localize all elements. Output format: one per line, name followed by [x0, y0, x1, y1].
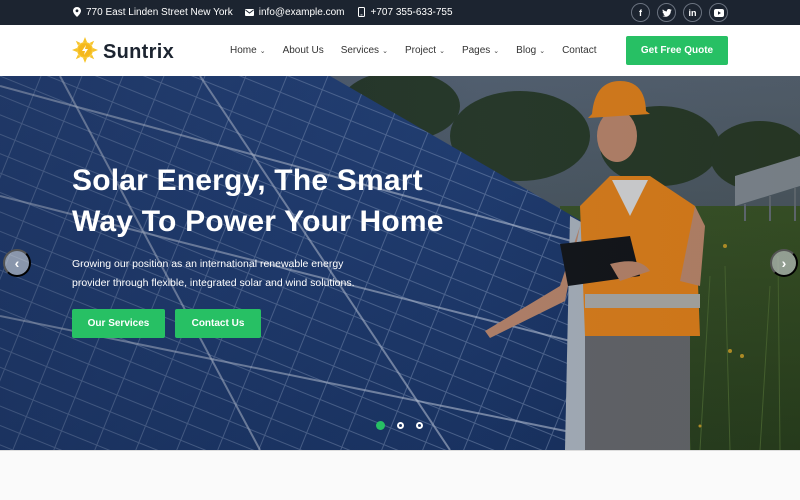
phone-link[interactable]: +707 355-633-755 — [371, 7, 453, 18]
nav-item-services[interactable]: Services ⌄ — [341, 45, 388, 56]
chevron-down-icon: ⌄ — [493, 47, 500, 55]
slider-pagination — [376, 421, 423, 430]
chevron-down-icon: ⌄ — [539, 47, 546, 55]
nav-label: Project — [404, 45, 437, 56]
youtube-icon[interactable] — [709, 3, 728, 22]
linkedin-icon[interactable]: in — [683, 3, 702, 22]
nav-label: Pages — [461, 45, 491, 56]
slider-prev-button[interactable]: ‹ — [3, 249, 31, 277]
brand-name: Suntrix — [103, 41, 174, 63]
slider-next-button[interactable]: › — [770, 249, 798, 277]
social-links: f in — [631, 3, 728, 22]
chevron-down-icon: ⌄ — [382, 47, 388, 55]
slide-dot-2[interactable] — [397, 422, 404, 429]
top-info-bar: 770 East Linden Street New York info@exa… — [0, 0, 800, 25]
main-navbar: Suntrix Home ⌄ About Us Services ⌄ Project… — [0, 25, 800, 76]
address-text: 770 East Linden Street New York — [86, 7, 233, 18]
twitter-icon[interactable] — [657, 3, 676, 22]
nav-item-blog[interactable]: Blog ⌄ — [516, 45, 545, 56]
nav-label: Contact — [562, 45, 597, 56]
nav-item-home[interactable]: Home ⌄ — [230, 45, 266, 56]
slide-dot-3[interactable] — [416, 422, 423, 429]
nav-item-contact[interactable]: Contact — [562, 45, 596, 56]
facebook-icon[interactable]: f — [631, 3, 650, 22]
nav-label: Home — [230, 45, 257, 56]
phone-item[interactable]: +707 355-633-755 — [357, 6, 453, 19]
contact-info: 770 East Linden Street New York info@exa… — [72, 0, 453, 25]
email-item[interactable]: info@example.com — [244, 7, 345, 18]
chevron-down-icon: ⌄ — [439, 47, 445, 55]
nav-label: Blog — [516, 45, 537, 56]
chevron-left-icon: ‹ — [14, 255, 20, 271]
hero-slider: Solar Energy, The Smart Way To Power You… — [0, 76, 800, 450]
nav-item-project[interactable]: Project ⌄ — [405, 45, 445, 56]
sun-bolt-icon — [72, 37, 98, 68]
mobile-phone-icon — [357, 6, 366, 19]
primary-menu: Home ⌄ About Us Services ⌄ Project ⌄ Pages ⌄… — [230, 25, 614, 76]
nav-label: Services — [340, 45, 380, 56]
nav-item-pages[interactable]: Pages ⌄ — [462, 45, 499, 56]
chevron-right-icon: › — [781, 255, 787, 271]
contact-us-button[interactable]: Contact Us — [175, 309, 261, 338]
hero-title: Solar Energy, The Smart Way To Power You… — [72, 164, 444, 238]
hero-description: Growing our position as an international… — [72, 258, 355, 289]
envelope-icon — [244, 8, 254, 18]
address-item: 770 East Linden Street New York — [72, 6, 233, 19]
get-free-quote-button[interactable]: Get Free Quote — [626, 36, 728, 65]
brand-logo[interactable]: Suntrix — [72, 37, 174, 68]
our-services-button[interactable]: Our Services — [72, 309, 165, 338]
nav-label: About Us — [282, 45, 324, 56]
slide-dot-1[interactable] — [376, 421, 385, 430]
email-link[interactable]: info@example.com — [259, 7, 345, 18]
nav-item-about-us[interactable]: About Us — [283, 45, 324, 56]
map-pin-icon — [72, 6, 81, 19]
next-section — [0, 450, 800, 500]
chevron-down-icon: ⌄ — [259, 47, 266, 55]
